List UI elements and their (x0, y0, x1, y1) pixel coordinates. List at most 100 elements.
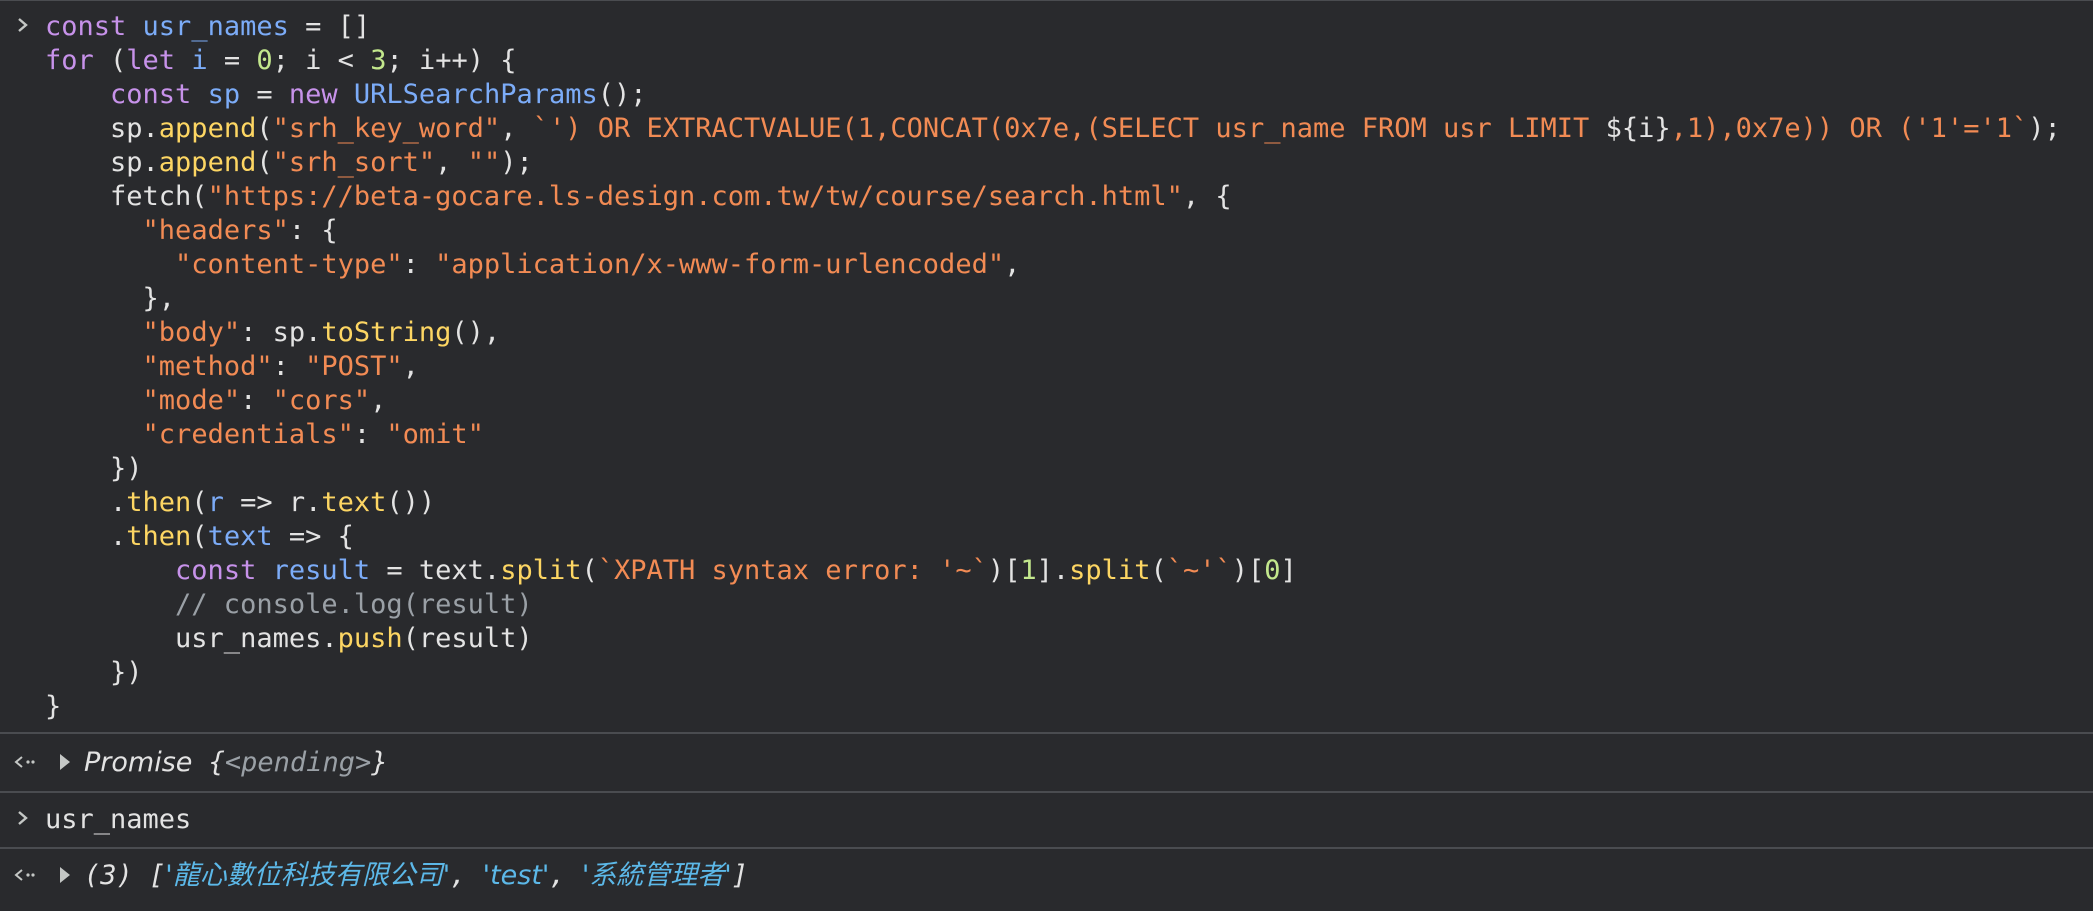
console-input-entry-1[interactable]: const usr_names = [] for (let i = 0; i <… (0, 10, 2093, 730)
code-token: : { (288, 215, 338, 246)
code-token: const (110, 79, 208, 110)
chevron-right-icon (12, 10, 36, 40)
code-line: .then(text => { (45, 521, 354, 552)
code-token: "omit" (386, 419, 484, 450)
console-input-entry-2[interactable]: usr_names (0, 803, 2093, 837)
code-token: "application/x-www-form-urlencoded" (435, 249, 1005, 280)
return-arrow-icon (12, 748, 36, 778)
code-token: "content-type" (175, 249, 403, 280)
code-token: }, (45, 283, 176, 314)
array-item: '系統管理者' (581, 860, 732, 891)
code-token: : (272, 351, 306, 382)
code-token: "srh_sort" (272, 147, 436, 178)
code-line: const usr_names = [] (45, 11, 370, 42)
array-item: 'test' (482, 860, 550, 891)
code-token: "body" (142, 317, 241, 348)
code-token: ( (110, 45, 127, 76)
separator (0, 791, 2093, 793)
code-token: then (126, 521, 192, 552)
code-token: "" (467, 147, 501, 178)
code-token: i (191, 45, 208, 76)
code-token: let (126, 45, 192, 76)
code-token: ( (191, 487, 208, 518)
code-token: // console.log(result) (45, 589, 533, 620)
code-line: "headers": { (45, 215, 338, 246)
code-token: sp. (45, 113, 159, 144)
code-token: ; i++) { (386, 45, 517, 76)
code-token: append (158, 147, 257, 178)
promise-result[interactable]: Promise {<pending>} (60, 746, 387, 780)
top-border (0, 0, 2093, 1)
code-line: "credentials": "omit" (45, 419, 484, 450)
code-line: sp.append("srh_sort", ""); (45, 147, 533, 178)
promise-open-brace: { (192, 747, 225, 778)
code-token: , (402, 351, 419, 382)
code-token: 3 (370, 45, 387, 76)
code-token: "mode" (142, 385, 241, 416)
code-token: "POST" (305, 351, 403, 382)
code-token: (result) (402, 623, 533, 654)
code-token: }) (45, 453, 143, 484)
code-token: . (45, 521, 127, 552)
code-line: "content-type": "application/x-www-form-… (45, 249, 1020, 280)
code-token: }) (45, 657, 143, 688)
expand-triangle-icon[interactable] (60, 866, 70, 883)
array-separator: , (450, 860, 483, 891)
code-token: 1 (1020, 555, 1037, 586)
code-token: ; i < (272, 45, 371, 76)
code-block[interactable]: const usr_names = [] for (let i = 0; i <… (45, 10, 2061, 724)
code-token: "cors" (272, 385, 371, 416)
code-token: = text. (370, 555, 501, 586)
code-token: const (175, 555, 273, 586)
code-token: usr_names. (45, 623, 338, 654)
code-token: , (435, 147, 468, 178)
code-line: .then(r => r.text()) (45, 487, 435, 518)
code-line: }) (45, 453, 143, 484)
array-count: (3) [ (84, 860, 166, 891)
code-token: , (370, 385, 387, 416)
array-item: '龍心數位科技有限公司' (165, 860, 451, 891)
code-token: split (500, 555, 582, 586)
code-token: (); (597, 79, 647, 110)
code-token: `~'` (1166, 555, 1232, 586)
array-result[interactable]: (3) ['龍心數位科技有限公司', 'test', '系統管理者'] (60, 859, 748, 893)
code-token: "https://beta-gocare.ls-design.com.tw/tw… (207, 181, 1183, 212)
code-line: fetch("https://beta-gocare.ls-design.com… (45, 181, 1232, 212)
console-result-entry-2: (3) ['龍心數位科技有限公司', 'test', '系統管理者'] (0, 859, 2093, 893)
expand-triangle-icon[interactable] (60, 753, 70, 770)
code-token: ); (2028, 113, 2061, 144)
code-line: "method": "POST", (45, 351, 419, 382)
code-token: sp. (45, 147, 159, 178)
code-token: toString (321, 317, 452, 348)
input-text[interactable]: usr_names (45, 803, 191, 837)
promise-state: <pending> (224, 747, 372, 778)
code-token: `XPATH syntax error: '~` (597, 555, 988, 586)
code-line: sp.append("srh_key_word", `') OR EXTRACT… (45, 113, 2061, 144)
code-token: ( (1150, 555, 1167, 586)
code-line: for (let i = 0; i < 3; i++) { (45, 45, 517, 76)
separator (0, 847, 2093, 849)
array-close: ] (731, 860, 748, 891)
code-token: new (288, 79, 354, 110)
code-line: const sp = new URLSearchParams(); (45, 79, 647, 110)
code-token: => { (272, 521, 354, 552)
code-token: ); (500, 147, 533, 178)
code-token: : (240, 385, 273, 416)
code-token: ( (256, 147, 273, 178)
code-token: , (500, 113, 533, 144)
code-token: then (126, 487, 192, 518)
code-token: ( (191, 521, 208, 552)
code-token: = [] (288, 11, 371, 42)
code-token: for (45, 45, 111, 76)
code-token: = (207, 45, 257, 76)
code-token: result (272, 555, 371, 586)
code-token: } (45, 691, 62, 722)
